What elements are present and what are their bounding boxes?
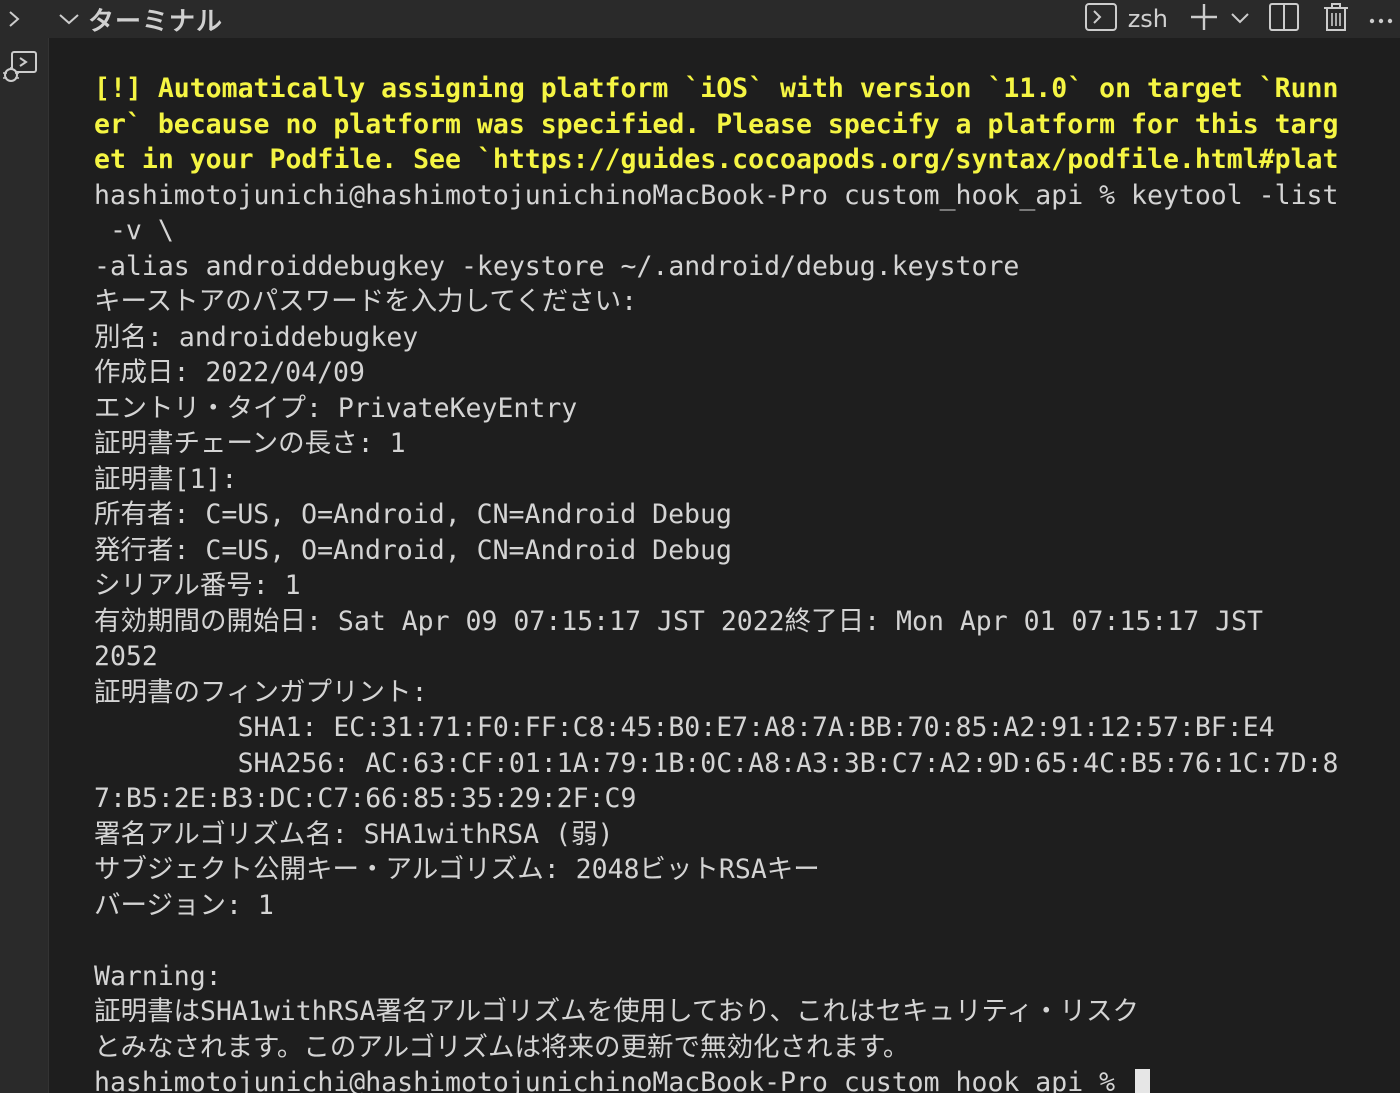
panel-header: ターミナル zsh xyxy=(0,0,1400,38)
shell-prompt: hashimotojunichi@hashimotojunichinoMacBo… xyxy=(94,1067,1132,1093)
terminal-line: SHA1: EC:31:71:F0:FF:C8:45:B0:E7:A8:7A:B… xyxy=(94,712,1275,743)
header-left: ターミナル xyxy=(0,0,223,38)
terminal-line: バージョン: 1 xyxy=(94,889,274,921)
terminal-line: 7:B5:2E:B3:DC:C7:66:85:35:29:2F:C9 xyxy=(94,783,637,814)
terminal-line: 証明書はSHA1withRSA署名アルゴリズムを使用しており、これはセキュリティ… xyxy=(94,996,1139,1027)
terminal-line: SHA256: AC:63:CF:01:1A:79:1B:0C:A8:A3:3B… xyxy=(94,747,1339,779)
split-terminal-button[interactable] xyxy=(1258,0,1310,38)
ellipsis-icon xyxy=(1368,10,1394,29)
terminal-line: シリアル番号: 1 xyxy=(94,570,301,601)
shell-prompt-row[interactable]: hashimotojunichi@hashimotojunichinoMacBo… xyxy=(94,1065,1369,1093)
terminal-line: Warning: xyxy=(94,960,222,992)
terminal-line: [!] Automatically assigning platform `iO… xyxy=(94,73,1339,104)
terminal-line: 署名アルゴリズム名: SHA1withRSA (弱) xyxy=(94,818,614,850)
chevron-down-icon xyxy=(1230,10,1250,29)
split-icon xyxy=(1268,2,1300,36)
launch-profile-dropdown[interactable] xyxy=(1222,0,1258,38)
debug-icon[interactable] xyxy=(0,46,40,86)
terminal-line: 証明書のフィンガプリント: xyxy=(94,676,428,708)
chevron-right-icon[interactable] xyxy=(0,0,28,38)
chevron-down-icon[interactable] xyxy=(52,0,86,38)
terminal-line: er` because no platform was specified. P… xyxy=(94,108,1339,140)
terminal-line: エントリ・タイプ: PrivateKeyEntry xyxy=(94,392,578,424)
more-actions-button[interactable] xyxy=(1362,0,1400,38)
trash-icon xyxy=(1321,1,1351,37)
terminal-icon xyxy=(1084,2,1118,36)
terminal-line: 作成日: 2022/04/09 xyxy=(94,357,365,388)
activity-strip xyxy=(0,38,49,1093)
terminal-line: 証明書[1]: xyxy=(94,463,238,495)
terminal-line: et in your Podfile. See `https://guides.… xyxy=(94,144,1339,175)
terminal-tab[interactable]: zsh xyxy=(1084,0,1186,38)
new-terminal-button[interactable] xyxy=(1186,0,1222,38)
terminal-line: 2052 xyxy=(94,641,158,672)
terminal-actions: zsh xyxy=(1084,0,1400,38)
terminal-line: キーストアのパスワードを入力してください: xyxy=(94,286,638,317)
shell-name: zsh xyxy=(1127,5,1168,33)
terminal-line: -alias androiddebugkey -keystore ~/.andr… xyxy=(94,250,1020,282)
panel-title[interactable]: ターミナル xyxy=(88,1,223,38)
terminal-output[interactable]: [!] Automatically assigning platform `iO… xyxy=(49,38,1400,1093)
terminal-line: とみなされます。このアルゴリズムは将来の更新で無効化されます。 xyxy=(94,1031,910,1063)
terminal-lines: [!] Automatically assigning platform `iO… xyxy=(94,71,1369,1093)
plus-icon xyxy=(1188,1,1220,37)
terminal-line: 所有者: C=US, O=Android, CN=Android Debug xyxy=(94,499,732,530)
terminal-line: hashimotojunichi@hashimotojunichinoMacBo… xyxy=(94,179,1339,211)
terminal-line: 有効期間の開始日: Sat Apr 09 07:15:17 JST 2022終了… xyxy=(94,605,1263,637)
terminal-line: 別名: androiddebugkey xyxy=(94,321,419,353)
terminal-line: -v \ xyxy=(94,215,174,246)
terminal-line: サブジェクト公開キー・アルゴリズム: 2048ビットRSAキー xyxy=(94,854,820,885)
terminal-cursor xyxy=(1135,1068,1151,1093)
terminal-line: 発行者: C=US, O=Android, CN=Android Debug xyxy=(94,534,732,566)
terminal-line: 証明書チェーンの長さ: 1 xyxy=(94,428,406,459)
vscode-terminal-panel: ターミナル zsh [!] Automatically assigning pl… xyxy=(0,0,1400,1093)
kill-terminal-button[interactable] xyxy=(1310,0,1362,38)
